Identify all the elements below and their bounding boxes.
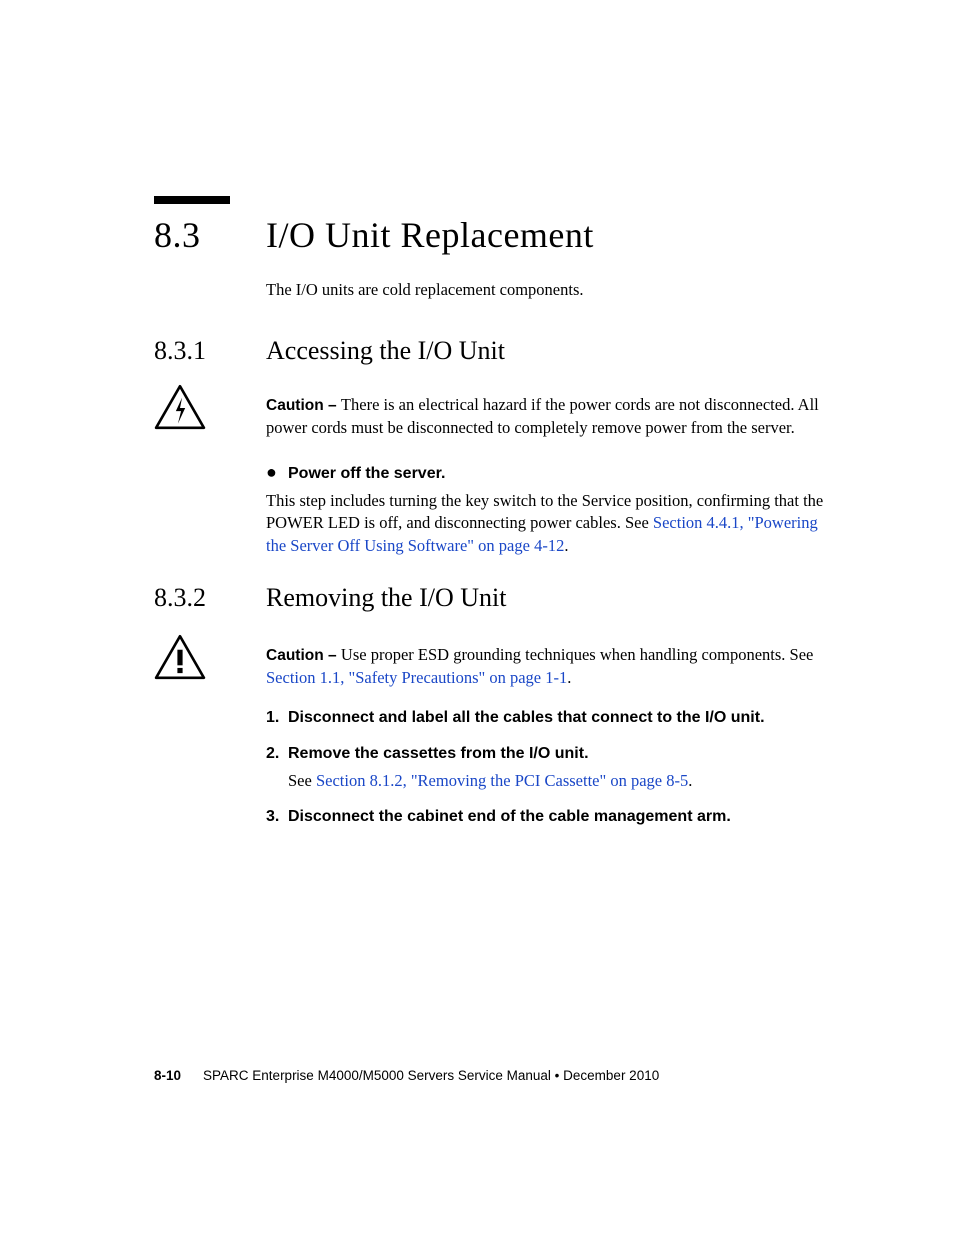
caution-note: Caution – There is an electrical hazard … [266,394,841,439]
step-number: 2. [266,743,288,793]
list-item: 3. Disconnect the cabinet end of the cab… [266,806,841,828]
subsection-number: 8.3.1 [154,336,266,366]
subsection-title: Accessing the I/O Unit [266,336,505,366]
page-footer: 8-10 SPARC Enterprise M4000/M5000 Server… [154,1068,844,1083]
caution-text: . [567,668,571,687]
step-text: Disconnect the cabinet end of the cable … [288,806,731,828]
caution-label: Caution – [266,397,341,414]
paragraph: This step includes turning the key switc… [266,490,841,557]
electrical-hazard-icon [154,384,206,430]
list-item: 2. Remove the cassettes from the I/O uni… [266,743,841,793]
step-text: Disconnect and label all the cables that… [288,707,765,729]
cross-reference-link[interactable]: Section 1.1, "Safety Precautions" on pag… [266,668,567,687]
subsection-number: 8.3.2 [154,583,266,613]
caution-note: Caution – Use proper ESD grounding techn… [266,644,841,689]
subtext: See [288,771,316,790]
caution-exclamation-icon [154,634,206,680]
step-number: 3. [266,806,288,828]
section-heading: 8.3 I/O Unit Replacement [154,214,844,256]
section-intro-paragraph: The I/O units are cold replacement compo… [266,279,841,301]
document-page: 8.3 I/O Unit Replacement The I/O units a… [0,0,954,1235]
ordered-steps-list: 1. Disconnect and label all the cables t… [266,707,841,842]
section-divider-bar [154,196,230,204]
caution-text: There is an electrical hazard if the pow… [266,395,819,437]
footer-text: SPARC Enterprise M4000/M5000 Servers Ser… [203,1068,659,1083]
bullet-mark: ● [266,463,288,485]
subtext: . [688,771,692,790]
subsection-heading: 8.3.1 Accessing the I/O Unit [154,336,844,366]
list-item: 1. Disconnect and label all the cables t… [266,707,841,729]
cross-reference-link[interactable]: Section 8.1.2, "Removing the PCI Cassett… [316,771,688,790]
step-number: 1. [266,707,288,729]
bullet-step: ● Power off the server. [266,463,841,485]
page-number: 8-10 [154,1068,181,1083]
paragraph-text: . [564,536,568,555]
section-number: 8.3 [154,214,266,256]
subsection-title: Removing the I/O Unit [266,583,506,613]
step-subtext: See Section 8.1.2, "Removing the PCI Cas… [288,770,692,792]
caution-text: Use proper ESD grounding techniques when… [341,645,813,664]
caution-label: Caution – [266,647,341,664]
subsection-heading: 8.3.2 Removing the I/O Unit [154,583,844,613]
step-text: Remove the cassettes from the I/O unit. [288,745,589,762]
section-title: I/O Unit Replacement [266,214,594,256]
step-text: Power off the server. [288,463,445,485]
